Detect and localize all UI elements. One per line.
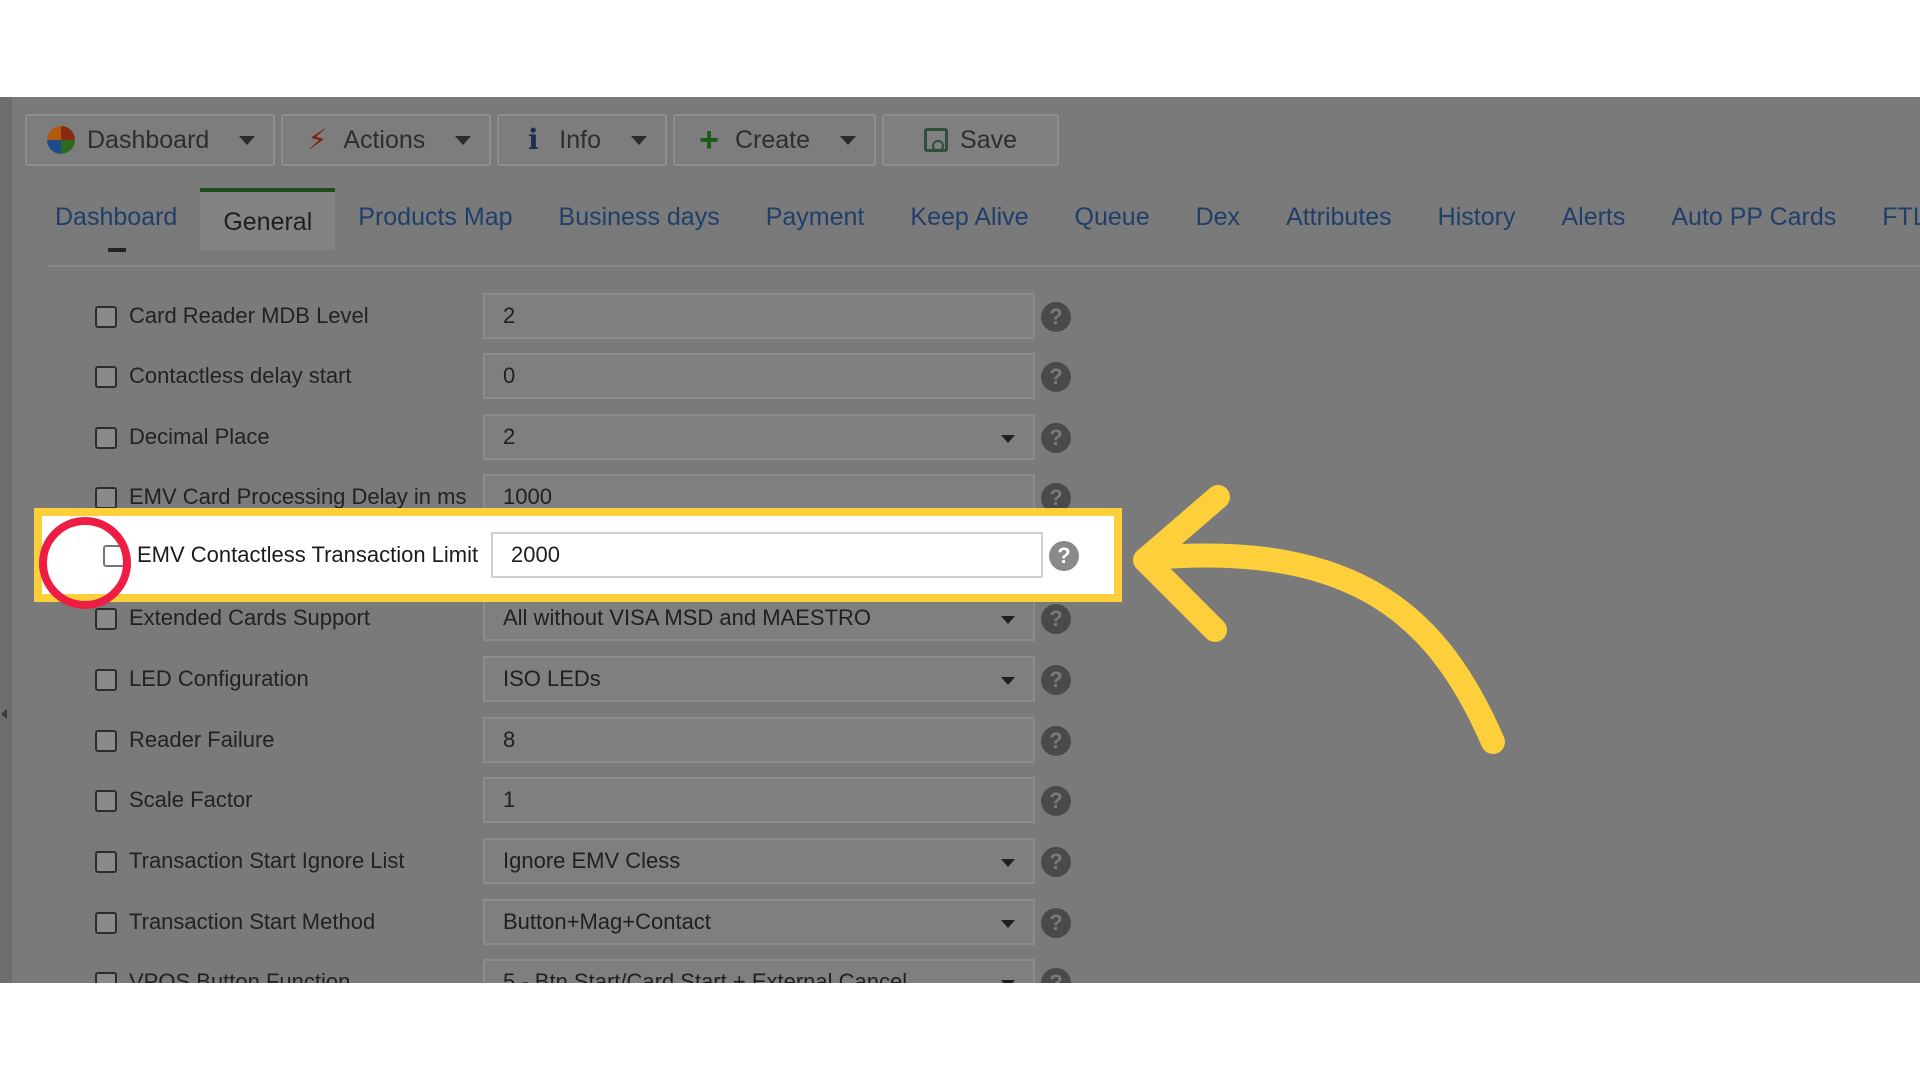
pointer-arrow [1133,485,1505,754]
arrow-curve [1138,543,1505,754]
